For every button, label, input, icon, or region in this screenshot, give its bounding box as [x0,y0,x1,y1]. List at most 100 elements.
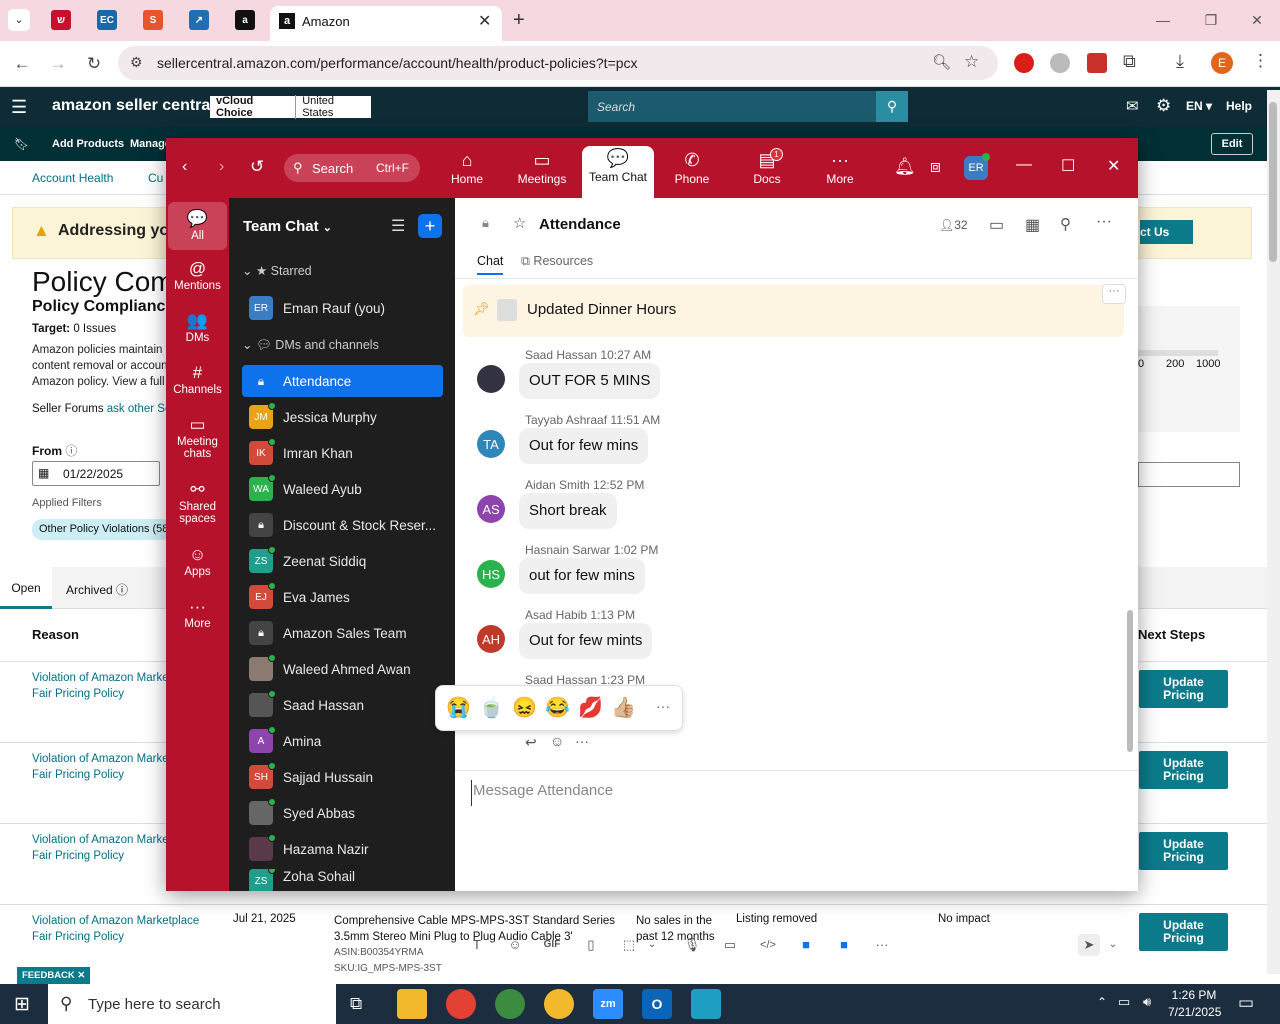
forums-link[interactable]: ask other Se [107,403,172,415]
contact-item[interactable]: A Amina [242,725,443,757]
reason-link[interactable]: Violation of Amazon Marketplace Fair Pric… [32,913,199,945]
screenshot-icon[interactable]: ⬚ [618,934,640,956]
avatar[interactable]: AS [477,495,505,523]
tab-phone[interactable]: ✆ Phone [656,148,728,198]
bookmark-icon[interactable]: 🔖︎ [14,137,29,151]
rail-apps[interactable]: ☺ Apps [168,544,227,578]
zoom-close-icon[interactable]: ✕ [1107,156,1120,176]
app-icon-2[interactable]: ■ [833,934,855,956]
message-text[interactable]: OUT FOR 5 MINS [519,363,661,399]
tab-home[interactable]: ⌂ Home [431,148,503,198]
rail-meeting-chats[interactable]: ▭ Meeting chats [168,414,227,460]
channel-title[interactable]: Attendance [539,216,621,233]
back-icon[interactable]: ← [10,52,34,76]
emoji-icon[interactable]: ☺ [504,934,526,956]
amazon-search[interactable]: Search ⚲ [588,91,908,122]
chrome-menu-icon[interactable]: ⋮ [1252,51,1269,71]
tab-open[interactable]: Open [0,567,52,609]
channel-search-icon[interactable]: ⚲ [1060,215,1071,233]
outlook-icon[interactable]: O [642,989,672,1019]
contact-item[interactable]: WA Waleed Ayub [242,473,443,505]
extension-pdf-icon[interactable] [1087,53,1107,73]
star-icon[interactable]: ☆ [513,214,526,232]
channel-more-icon[interactable]: ··· [1096,213,1112,231]
filter-input-right[interactable] [1138,462,1240,487]
pinned-more-icon[interactable]: ··· [1102,284,1126,304]
calendar-icon[interactable]: ▦ [1025,215,1040,235]
contact-item[interactable]: ZS Zeenat Siddiq [242,545,443,577]
contact-item[interactable]: ER Eman Rauf (you) [242,292,443,324]
bookmark-star-icon[interactable]: ☆ [964,52,979,72]
feedback-button[interactable]: FEEDBACK ✕ [17,967,91,984]
message-text[interactable]: Out for few mins [519,428,649,464]
contact-item[interactable]: Waleed Ahmed Awan [242,653,443,685]
video-call-icon[interactable]: ▭ [989,215,1004,235]
rail-all[interactable]: 💬 All [168,202,227,250]
taskbar-search[interactable]: ⚲ Type here to search [48,984,336,1024]
toolbar-more-icon[interactable]: ··· [871,934,893,956]
avatar[interactable]: AH [477,625,505,653]
mail-icon[interactable]: ✉ [1126,97,1139,115]
reason-link[interactable]: Violation of Amazon Marke Fair Pricing Po… [32,751,169,783]
tab-favicon-2[interactable]: EC [97,10,117,30]
edit-nav-button[interactable]: Edit [1211,133,1253,155]
amazon-logo[interactable]: amazon seller central [52,97,215,115]
update-pricing-button[interactable]: Update Pricing [1139,913,1228,951]
subnav-cu[interactable]: Cu [148,171,163,185]
nav-add-products[interactable]: Add Products [52,138,124,150]
windows-start-icon[interactable]: ⊞ [14,993,30,1016]
tab-favicon-3[interactable]: S [143,10,163,30]
url-text[interactable]: sellercentral.amazon.com/performance/acc… [157,55,638,71]
update-pricing-button[interactable]: Update Pricing [1139,751,1228,789]
hamburger-menu-icon[interactable]: ☰ [11,97,27,118]
channel-attendance[interactable]: 🔒︎ Attendance [242,365,443,397]
contact-item[interactable]: IK Imran Khan [242,437,443,469]
mic-icon[interactable]: 🎙 [681,934,703,956]
history-icon[interactable]: ↺ [250,157,264,177]
contact-item[interactable]: JM Jessica Murphy [242,401,443,433]
zoom-app-icon[interactable]: zm [593,989,623,1019]
dms-channels-section[interactable]: ⌄ 💬︎ DMs and channels [242,337,379,353]
reason-link[interactable]: Violation of Amazon Marke Fair Pricing Po… [32,670,169,702]
message-text[interactable]: out for few mins [519,558,645,594]
reaction-kiss-icon[interactable]: 💋 [578,695,603,720]
amazon-search-input[interactable]: Search [597,100,635,114]
omnibox[interactable]: ⚙ sellercentral.amazon.com/performance/a… [118,46,998,80]
tab-chat[interactable]: Chat [477,254,504,275]
pinned-message[interactable]: 📌︎ Updated Dinner Hours [463,285,1124,337]
tray-chevron-icon[interactable]: ⌃ [1097,995,1107,1009]
page-scrollbar-thumb[interactable] [1269,102,1277,262]
message-more-icon[interactable]: ··· [575,733,589,749]
contact-item[interactable]: Hazama Nazir [242,833,443,865]
tab-team-chat[interactable]: 💬 Team Chat [582,146,654,198]
tab-search-icon[interactable]: ⌄ [8,9,30,31]
profile-avatar[interactable]: E [1211,52,1233,74]
member-count[interactable]: 👤︎32 [939,218,968,232]
reaction-confounded-icon[interactable]: 😖 [512,695,537,720]
new-tab-icon[interactable]: + [513,9,525,32]
help-link[interactable]: Help [1226,99,1252,113]
reaction-more-icon[interactable]: ··· [656,698,670,714]
avatar[interactable]: TA [477,430,505,458]
active-tab[interactable]: a Amazon ✕ [270,6,502,41]
reason-link[interactable]: Violation of Amazon Marke Fair Pricing Po… [32,832,169,864]
rail-more[interactable]: ··· More [168,596,227,630]
minimize-icon[interactable]: — [1140,8,1186,32]
zoom-forward-icon[interactable]: › [219,158,224,176]
language-selector[interactable]: EN ▾ [1186,99,1212,113]
file-icon[interactable]: ▯ [580,934,602,956]
subnav-account-health[interactable]: Account Health [32,171,113,185]
zoom-maximize-icon[interactable]: ☐ [1061,156,1075,176]
rail-shared-spaces[interactable]: ⚯ Shared spaces [168,479,227,525]
screenshot-dropdown-icon[interactable]: ⌄ [641,934,663,956]
network-icon[interactable]: ▭ [1118,994,1130,1010]
tab-docs[interactable]: ▤ Docs 1 [731,148,803,198]
new-chat-button[interactable]: + [418,214,442,238]
channel-item[interactable]: 🔒︎ Discount & Stock Reser... [242,509,443,541]
gif-icon[interactable]: GIF [541,934,563,956]
message-text[interactable]: Short break [519,493,617,529]
extension-adblock-icon[interactable] [1014,53,1034,73]
contact-item[interactable]: ZS Zoha Sohail [242,869,443,891]
tab-archived[interactable]: Archived ⓘ [66,581,128,598]
reaction-crying-icon[interactable]: 😭 [446,695,471,720]
